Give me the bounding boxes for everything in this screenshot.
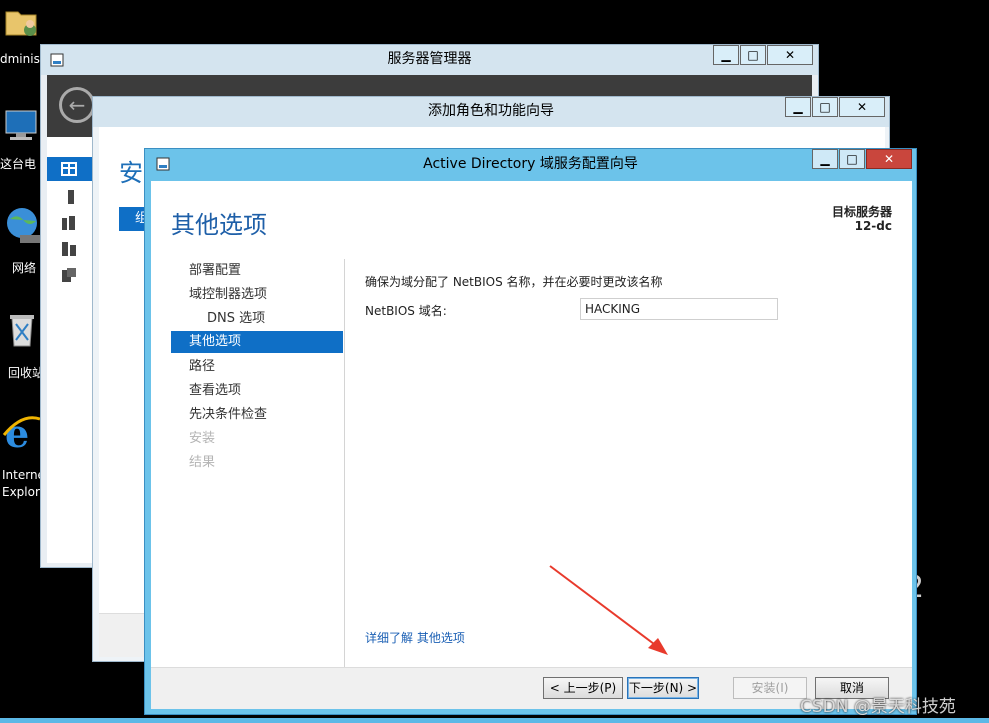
nav-installation: 安装 [189,431,216,446]
nav-review-options[interactable]: 查看选项 [189,380,241,402]
ad-ds-icon[interactable] [61,241,77,257]
sidebar-dashboard-item[interactable] [47,157,95,181]
next-button[interactable]: 下一步(N) > [627,677,699,699]
server-manager-sidebar [47,137,95,563]
file-storage-icon[interactable] [61,267,77,283]
close-button[interactable]: ✕ [839,97,885,117]
user-folder-icon [5,11,37,36]
desktop-icon-ie[interactable]: e Interne Explor [0,411,45,499]
maximize-button[interactable]: □ [812,97,838,117]
back-button[interactable]: < 上一步(P) [543,677,623,699]
desktop-icon-label: 这台电 [0,157,37,171]
nav-results: 结果 [189,455,216,470]
close-button[interactable]: ✕ [866,149,912,169]
recycle-bin-icon [10,315,34,347]
install-button: 安装(I) [733,677,807,699]
nav-prerequisites-check[interactable]: 先决条件检查 [189,404,267,426]
nav-deployment-config[interactable]: 部署配置 [189,260,241,282]
netbios-input[interactable] [580,298,778,320]
local-server-icon[interactable] [65,189,77,205]
computer-icon [5,110,37,140]
desktop-icon-this-pc[interactable]: 这台电 [0,105,44,171]
desktop-icon-admin[interactable]: dminist [0,2,45,66]
ad-ds-wizard-window[interactable]: Active Directory 域服务配置向导 ▁ □ ✕ 其他选项 目标服务… [144,148,917,715]
description-text: 确保为域分配了 NetBIOS 名称，并在必要时更改该名称 [365,275,663,289]
desktop-icon-label-line2: Explor [2,485,40,499]
server-manager-title: 服务器管理器 [387,51,472,67]
desktop-icon-label: 回收站 [8,366,45,380]
wizard-footer: < 上一步(P) 下一步(N) > 安装(I) 取消 [151,667,912,709]
minimize-button[interactable]: ▁ [812,149,838,169]
taskbar-edge [0,718,989,723]
desktop-icon-label: dminist [0,52,45,66]
wizard-title: Active Directory 域服务配置向导 [423,156,638,172]
target-server-label: 目标服务器 [831,205,892,219]
annotation-arrow-icon [549,565,668,655]
back-arrow-icon[interactable]: ← [59,87,95,123]
close-button[interactable]: ✕ [767,45,813,65]
learn-more-prefix[interactable]: 详细了解 [365,631,413,645]
internet-explorer-icon: e [2,411,41,456]
desktop-icon-label: Interne [2,468,45,482]
nav-additional-options[interactable]: 其他选项 [171,331,343,353]
maximize-button[interactable]: □ [740,45,766,65]
maximize-button[interactable]: □ [839,149,865,169]
netbios-label: NetBIOS 域名: [365,304,447,318]
desktop-icon-recycle-bin[interactable]: 回收站 [0,310,44,380]
nav-dns-options[interactable]: DNS 选项 [207,308,265,330]
add-roles-title: 添加角色和功能向导 [428,103,554,119]
minimize-button[interactable]: ▁ [713,45,739,65]
page-title: 其他选项 [171,211,267,239]
nav-dc-options[interactable]: 域控制器选项 [189,284,267,306]
target-server-value: 12-dc [854,219,892,233]
all-servers-icon[interactable] [61,215,77,231]
desktop-icon-network[interactable]: 网络 [0,205,44,275]
wizard-client: 其他选项 目标服务器 12-dc 部署配置 域控制器选项 DNS 选项 其他选项… [151,181,912,709]
desktop-icon-label: 网络 [12,261,37,275]
dashboard-icon [61,162,77,176]
nav-paths[interactable]: 路径 [189,356,215,378]
learn-more-link[interactable]: 详细了解 其他选项 [365,629,465,646]
csdn-watermark: CSDN @景天科技苑 [800,697,956,717]
minimize-button[interactable]: ▁ [785,97,811,117]
learn-more-topic[interactable]: 其他选项 [417,631,465,645]
network-globe-icon [7,208,40,243]
add-roles-page-title: 安 [119,159,143,187]
nav-divider [344,259,345,669]
